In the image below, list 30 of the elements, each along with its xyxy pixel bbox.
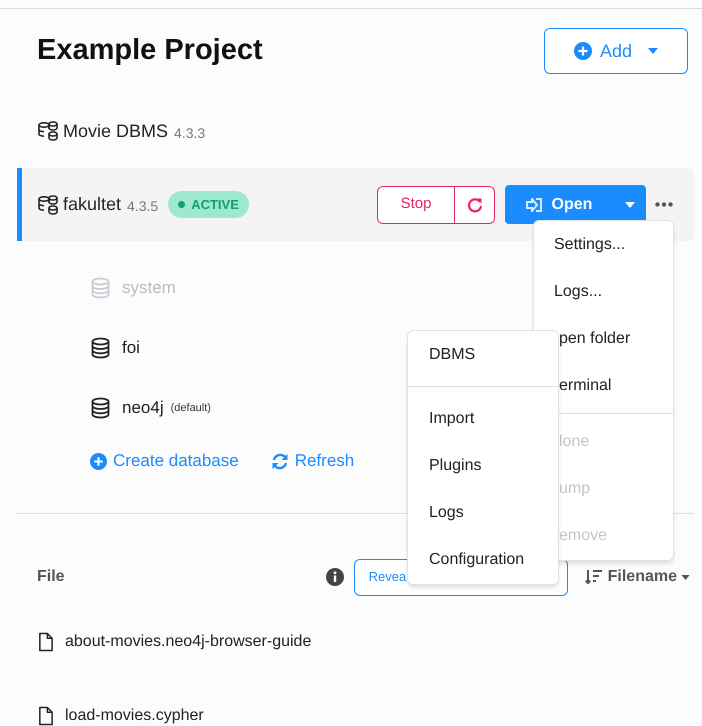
restart-icon (466, 196, 482, 212)
caret-down-icon (681, 574, 690, 580)
dbms-version: 4.3.3 (174, 124, 206, 142)
sign-in-icon (526, 198, 542, 212)
plus-circle-icon (90, 452, 107, 470)
caret-down-icon (648, 48, 658, 54)
menu-item[interactable]: Logs... (534, 268, 673, 315)
status-badge: ACTIVE (168, 191, 249, 218)
database-name[interactable]: foi (122, 335, 140, 361)
dbms-name: Movie DBMS (63, 120, 168, 142)
caret-down-icon (624, 202, 634, 208)
sort-icon (584, 570, 602, 584)
file-icon (37, 706, 54, 726)
sort-button[interactable]: Filename (584, 565, 690, 589)
file-icon (37, 632, 54, 652)
dot-icon (178, 201, 186, 208)
more-icon (655, 202, 673, 207)
database-cluster-icon (37, 194, 59, 216)
database-cluster-icon (37, 120, 59, 142)
database-name[interactable]: neo4j (122, 395, 164, 421)
file-name[interactable]: load-movies.cypher (65, 704, 204, 726)
info-icon (326, 568, 344, 586)
dbms-version: 4.3.5 (127, 197, 158, 216)
plus-circle-icon (574, 42, 592, 60)
file-name[interactable]: about-movies.neo4j-browser-guide (65, 630, 312, 654)
column-header: File (37, 567, 65, 587)
project-title: Example Project (37, 33, 263, 68)
dbms-name: fakultet (63, 193, 122, 216)
default-tag: (default) (170, 400, 211, 416)
refresh-icon (270, 452, 289, 470)
